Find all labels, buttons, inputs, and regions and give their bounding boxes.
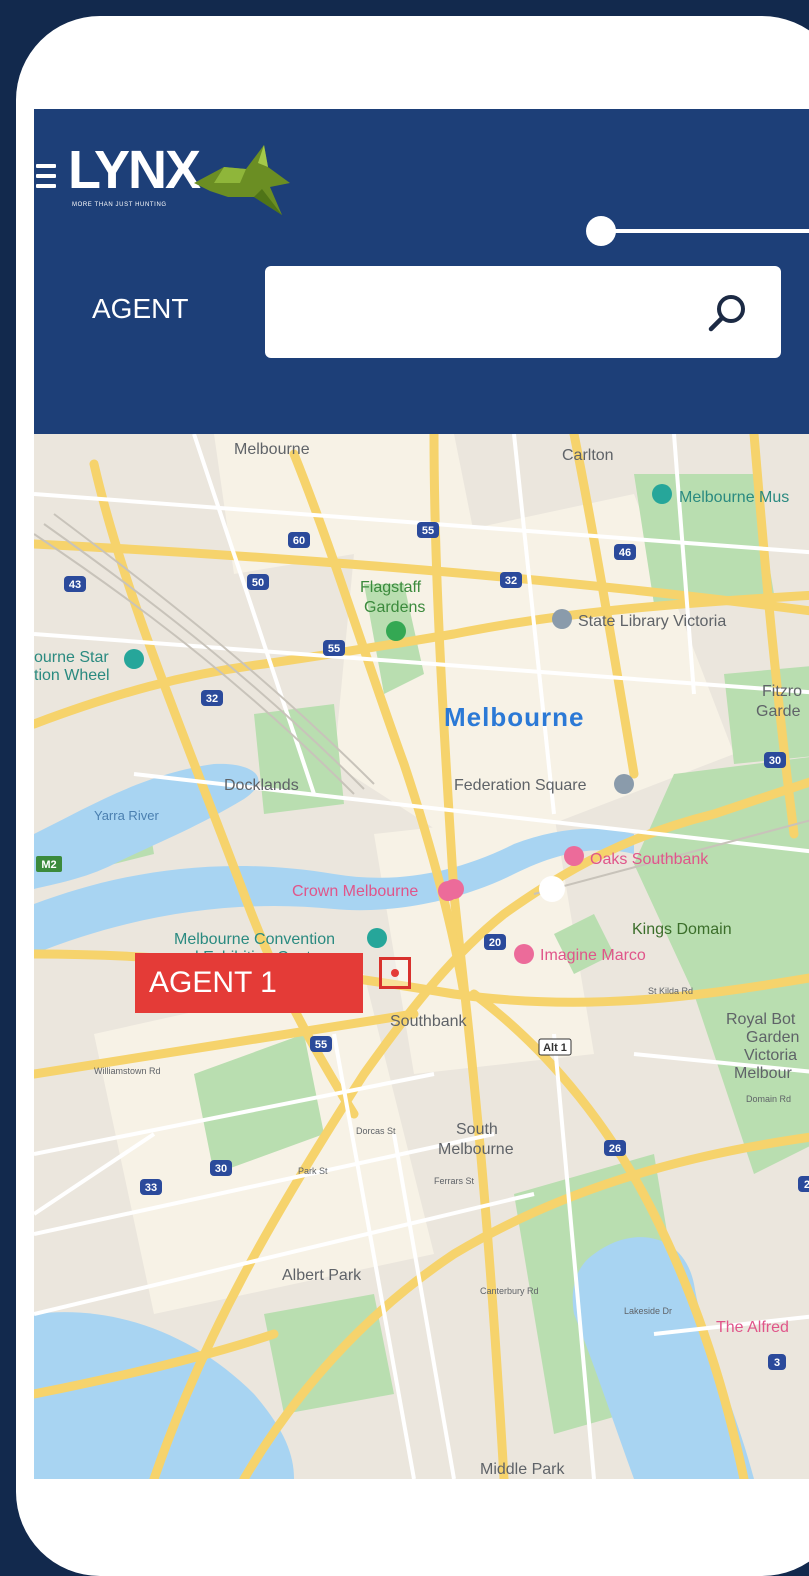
city-label: Melbourne (444, 702, 584, 732)
app-screen: LYNX MORE THAN JUST HUNTING AGENT 43 60 … (34, 109, 809, 1479)
map-label: Middle Park (480, 1461, 565, 1478)
app-logo: LYNX (68, 140, 201, 200)
map-label: Southbank (390, 1013, 468, 1030)
route-shield-label: 55 (422, 525, 434, 537)
search-box[interactable] (265, 266, 781, 358)
agent-location-marker[interactable] (379, 957, 411, 989)
map-label: The Alfred (716, 1319, 789, 1336)
map-label: tion Wheel (34, 667, 110, 684)
map-label: Docklands (224, 777, 299, 794)
map-label: Oaks Southbank (590, 851, 709, 868)
street-label: Williamstown Rd (94, 1066, 161, 1076)
route-shield-label: 43 (69, 579, 81, 591)
route-shield-label: 30 (769, 755, 781, 767)
route-shield-label: 33 (145, 1182, 157, 1194)
lynx-logo-icon (194, 145, 290, 215)
street-label: Dorcas St (356, 1126, 396, 1136)
map-label: Carlton (562, 447, 614, 464)
map-label: Crown Melbourne (292, 883, 418, 900)
map-label: Melbourne Convention (174, 931, 335, 948)
map-label: South (456, 1121, 498, 1138)
map-label: State Library Victoria (578, 613, 726, 630)
street-label: Park St (298, 1166, 328, 1176)
route-shield-label: 50 (252, 577, 264, 589)
route-shield-label: 46 (619, 547, 631, 559)
search-icon[interactable] (705, 292, 749, 336)
map-label: Kings Domain (632, 921, 732, 938)
map-label: Garde (756, 703, 801, 720)
map-label: Royal Bot (726, 1011, 796, 1028)
app-logo-tagline: MORE THAN JUST HUNTING (72, 202, 167, 208)
map-label: Flagstaff (360, 579, 422, 596)
map-label: ourne Star (34, 649, 109, 666)
street-label: Domain Rd (746, 1094, 791, 1104)
route-shield-label: 55 (315, 1039, 327, 1051)
agent-dot-icon (391, 969, 399, 977)
map-label: Federation Square (454, 777, 587, 794)
city-map[interactable]: 43 60 50 55 46 32 32 55 20 55 30 33 26 3… (34, 429, 809, 1479)
map-label: Albert Park (282, 1267, 362, 1284)
street-label: St Kilda Rd (648, 986, 693, 996)
route-shield-label: 55 (328, 643, 340, 655)
route-shield-label: 2 (804, 1179, 809, 1191)
street-label: Ferrars St (434, 1176, 475, 1186)
menu-icon[interactable] (36, 164, 56, 190)
map-label: Melbourne (438, 1141, 514, 1158)
map-label: Melbour (734, 1065, 792, 1082)
route-shield-label: 26 (609, 1143, 621, 1155)
route-shield-label: 60 (293, 535, 305, 547)
map-label: Fitzro (762, 683, 802, 700)
agent-tag[interactable]: AGENT 1 (135, 953, 363, 1013)
phone-frame: LYNX MORE THAN JUST HUNTING AGENT 43 60 … (16, 16, 809, 1576)
street-label: Canterbury Rd (480, 1286, 539, 1296)
route-shield-label: 30 (215, 1163, 227, 1175)
map-label: Gardens (364, 599, 425, 616)
map-label: Garden (746, 1029, 799, 1046)
route-shield-label: 32 (206, 693, 218, 705)
route-shield-label: 3 (774, 1357, 780, 1369)
route-shield-label: 32 (505, 575, 517, 587)
map-label: Yarra River (94, 808, 159, 823)
agent-label: AGENT (92, 293, 189, 324)
route-shield-label: Alt 1 (543, 1042, 567, 1054)
route-shield-label: M2 (41, 859, 56, 871)
map-label: Victoria (744, 1047, 797, 1064)
search-input[interactable] (279, 284, 703, 342)
map-label: Melbourne (234, 441, 310, 458)
slider-track[interactable] (599, 229, 809, 233)
slider-handle[interactable] (586, 216, 616, 246)
street-label: Lakeside Dr (624, 1306, 672, 1316)
map-label: Imagine Marco (540, 947, 646, 964)
route-shield-label: 20 (489, 937, 501, 949)
app-header: LYNX MORE THAN JUST HUNTING AGENT (34, 109, 809, 434)
map-label: Melbourne Mus (679, 489, 789, 506)
